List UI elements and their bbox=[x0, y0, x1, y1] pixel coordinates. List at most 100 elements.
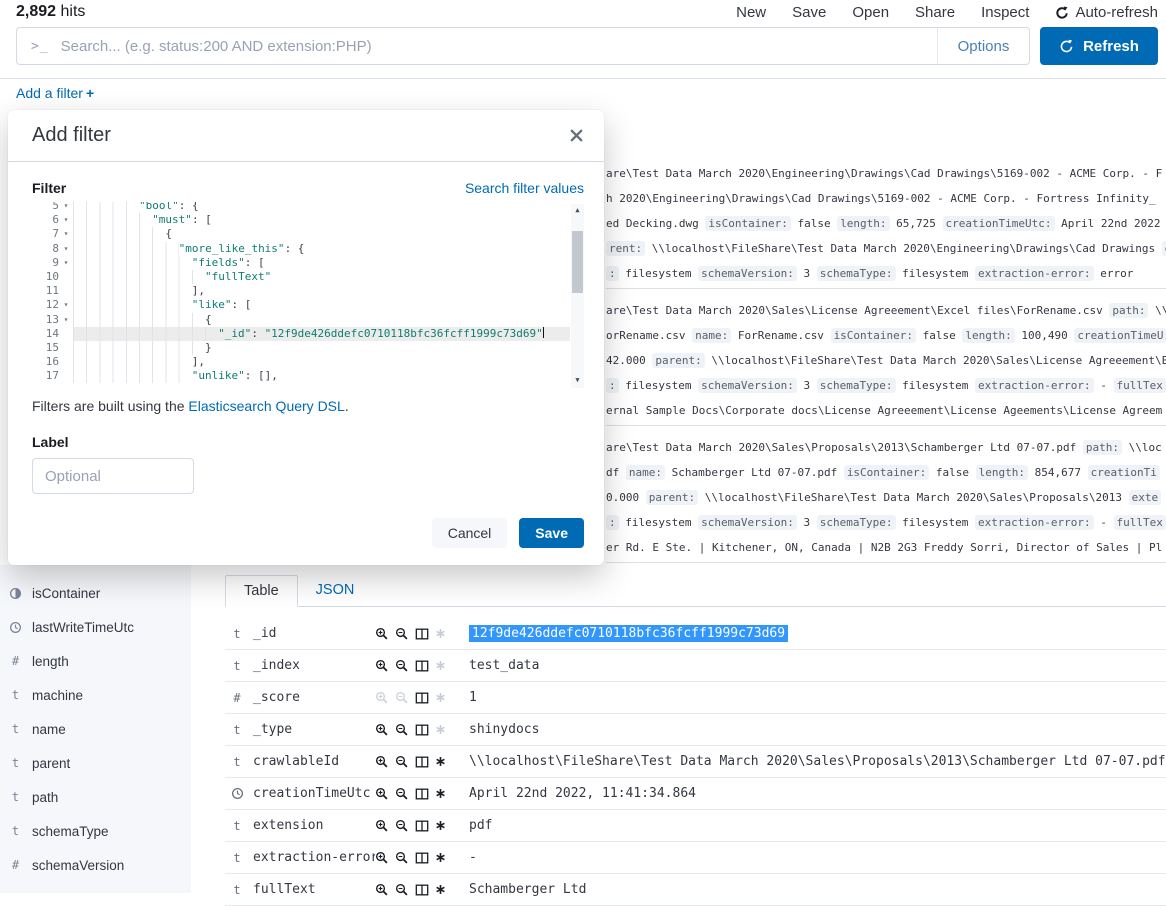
query-dsl-editor[interactable]: 5▾"bool": {6▾"must": [7▾{8▾"more_like_th… bbox=[32, 202, 584, 388]
fold-arrow-icon[interactable]: ▾ bbox=[59, 256, 73, 270]
refresh-button[interactable]: Refresh bbox=[1040, 27, 1158, 65]
tab-json[interactable]: JSON bbox=[298, 575, 373, 606]
zoom-out-button[interactable] bbox=[395, 627, 409, 641]
search-filter-values-link[interactable]: Search filter values bbox=[465, 180, 584, 196]
toggle-column-button[interactable] bbox=[415, 819, 429, 833]
filter-for-presence-icon bbox=[435, 628, 446, 639]
document-summary-1[interactable]: are\Test Data March 2020\Engineering\Dra… bbox=[606, 157, 1166, 289]
toggle-column-button[interactable] bbox=[415, 659, 429, 673]
fold-arrow-icon[interactable]: ▾ bbox=[59, 298, 73, 312]
scrollbar-thumb[interactable] bbox=[572, 231, 583, 293]
filter-for-presence-button[interactable] bbox=[435, 628, 446, 639]
document-summary-2[interactable]: are\Test Data March 2020\Sales\License A… bbox=[606, 289, 1166, 426]
refresh-label: Refresh bbox=[1083, 38, 1139, 55]
toggle-column-icon bbox=[415, 659, 429, 673]
options-button[interactable]: Options bbox=[937, 28, 1029, 64]
zoom-in-button[interactable] bbox=[375, 691, 389, 705]
sidebar-field-parent[interactable]: tparent bbox=[0, 746, 191, 780]
json-punct-token: { bbox=[205, 313, 212, 326]
zoom-in-button[interactable] bbox=[375, 723, 389, 737]
zoom-in-button[interactable] bbox=[375, 883, 389, 897]
filter-label-input[interactable] bbox=[32, 458, 194, 494]
fold-arrow-icon[interactable]: ▾ bbox=[59, 242, 73, 256]
sidebar-field-label: name bbox=[32, 722, 66, 737]
cancel-button[interactable]: Cancel bbox=[432, 518, 508, 548]
menu-item-share[interactable]: Share bbox=[915, 4, 955, 21]
json-string-token: "like" bbox=[192, 298, 232, 311]
filter-for-presence-button[interactable] bbox=[435, 820, 446, 831]
filter-for-presence-button[interactable] bbox=[435, 660, 446, 671]
detail-tabs: TableJSON bbox=[225, 575, 1166, 607]
filter-for-presence-button[interactable] bbox=[435, 724, 446, 735]
zoom-in-button[interactable] bbox=[375, 755, 389, 769]
field-name-badge: schemaVersion: bbox=[698, 515, 797, 530]
zoom-in-button[interactable] bbox=[375, 627, 389, 641]
filter-for-presence-button[interactable] bbox=[435, 692, 446, 703]
zoom-in-button[interactable] bbox=[375, 819, 389, 833]
document-summary-line: 0.000 parent: \\localhost\FileShare\Test… bbox=[606, 485, 1166, 510]
json-punct-token: } bbox=[205, 341, 212, 354]
filter-for-presence-button[interactable] bbox=[435, 756, 446, 767]
close-icon[interactable] bbox=[569, 128, 584, 143]
sidebar-field-path[interactable]: tpath bbox=[0, 780, 191, 814]
save-button[interactable]: Save bbox=[519, 518, 584, 548]
sidebar-field-lastWriteTimeUtc[interactable]: lastWriteTimeUtc bbox=[0, 610, 191, 644]
zoom-in-button[interactable] bbox=[375, 787, 389, 801]
fold-arrow-icon[interactable]: ▾ bbox=[59, 227, 73, 241]
zoom-in-button[interactable] bbox=[375, 851, 389, 865]
tab-table[interactable]: Table bbox=[225, 575, 298, 607]
fold-arrow-icon[interactable]: ▾ bbox=[59, 213, 73, 227]
sidebar-field-length[interactable]: #length bbox=[0, 644, 191, 678]
sidebar-field-schemaType[interactable]: tschemaType bbox=[0, 814, 191, 848]
document-summary-3[interactable]: are\Test Data March 2020\Sales\Proposals… bbox=[606, 426, 1166, 563]
menu-item-open[interactable]: Open bbox=[852, 4, 889, 21]
zoom-out-button[interactable] bbox=[395, 851, 409, 865]
zoom-in-button[interactable] bbox=[375, 659, 389, 673]
menu-item-save[interactable]: Save bbox=[792, 4, 826, 21]
line-number: 7 bbox=[32, 227, 59, 241]
toggle-column-button[interactable] bbox=[415, 723, 429, 737]
scroll-down-icon[interactable]: ▼ bbox=[571, 374, 584, 386]
add-filter-link[interactable]: Add a filter+ bbox=[16, 85, 94, 101]
field-name-badge: name: bbox=[692, 328, 731, 343]
field-name-badge: length: bbox=[962, 328, 1014, 343]
fold-arrow-icon[interactable]: ▾ bbox=[59, 313, 73, 327]
auto-refresh-button[interactable]: Auto-refresh bbox=[1055, 4, 1158, 21]
zoom-in-icon bbox=[375, 755, 389, 769]
toggle-column-button[interactable] bbox=[415, 755, 429, 769]
scroll-up-icon[interactable]: ▲ bbox=[571, 204, 584, 216]
boolean-type-icon bbox=[9, 587, 22, 600]
zoom-out-button[interactable] bbox=[395, 787, 409, 801]
menu-item-new[interactable]: New bbox=[736, 4, 766, 21]
filter-for-presence-button[interactable] bbox=[435, 852, 446, 863]
zoom-out-icon bbox=[395, 819, 409, 833]
zoom-out-button[interactable] bbox=[395, 755, 409, 769]
sidebar-field-name[interactable]: tname bbox=[0, 712, 191, 746]
toggle-column-button[interactable] bbox=[415, 851, 429, 865]
toggle-column-button[interactable] bbox=[415, 883, 429, 897]
zoom-out-button[interactable] bbox=[395, 691, 409, 705]
zoom-out-button[interactable] bbox=[395, 723, 409, 737]
toggle-column-icon bbox=[415, 851, 429, 865]
elasticsearch-dsl-link[interactable]: Elasticsearch Query DSL bbox=[188, 398, 344, 414]
top-menu-items: New Save Open Share Inspect bbox=[736, 4, 1029, 21]
sidebar-field-machine[interactable]: tmachine bbox=[0, 678, 191, 712]
sidebar-field-schemaVersion[interactable]: #schemaVersion bbox=[0, 848, 191, 882]
filter-for-presence-button[interactable] bbox=[435, 884, 446, 895]
string-type-icon: t bbox=[12, 756, 19, 770]
field-value-text: error bbox=[1094, 267, 1134, 280]
editor-line-7: 7▾{ bbox=[32, 227, 584, 241]
filter-for-presence-button[interactable] bbox=[435, 788, 446, 799]
toggle-column-button[interactable] bbox=[415, 627, 429, 641]
toggle-column-button[interactable] bbox=[415, 787, 429, 801]
toggle-column-button[interactable] bbox=[415, 691, 429, 705]
zoom-out-button[interactable] bbox=[395, 819, 409, 833]
sidebar-field-isContainer[interactable]: isContainer bbox=[0, 576, 191, 610]
menu-item-inspect[interactable]: Inspect bbox=[981, 4, 1029, 21]
editor-scrollbar[interactable]: ▲ ▼ bbox=[571, 204, 584, 388]
search-input[interactable] bbox=[61, 28, 937, 64]
document-summary-line: are\Test Data March 2020\Sales\License A… bbox=[606, 298, 1166, 323]
zoom-out-button[interactable] bbox=[395, 883, 409, 897]
zoom-out-button[interactable] bbox=[395, 659, 409, 673]
fold-arrow-icon[interactable]: ▾ bbox=[59, 202, 73, 213]
